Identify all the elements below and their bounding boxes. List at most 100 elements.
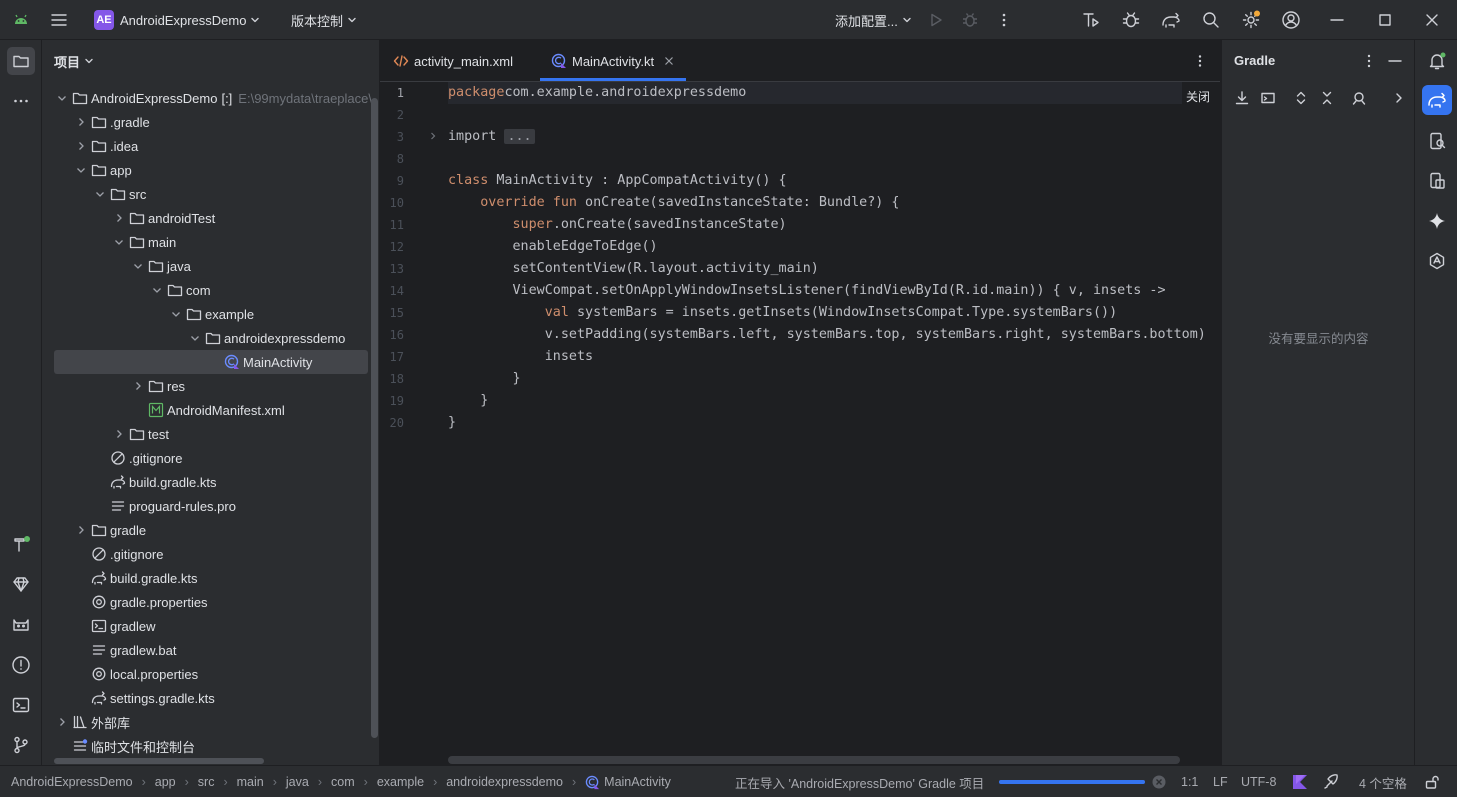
line-separator[interactable]: LF xyxy=(1213,766,1228,797)
indent-setting[interactable]: 4 个空格 xyxy=(1359,766,1407,797)
notifications-button[interactable] xyxy=(1422,46,1452,76)
tree-item[interactable]: AndroidManifest.xml xyxy=(42,398,379,422)
tree-item[interactable]: example xyxy=(42,302,379,326)
gradle-sync-button[interactable] xyxy=(1160,0,1182,40)
run-task-icon[interactable] xyxy=(1260,90,1276,106)
chevron-down-icon[interactable] xyxy=(94,188,106,200)
tree-item[interactable]: gradlew xyxy=(42,614,379,638)
code-line[interactable]: ViewCompat.setOnApplyWindowInsetsListene… xyxy=(448,280,1165,302)
code-line[interactable]: val systemBars = insets.getInsets(Window… xyxy=(448,302,1117,324)
tab-activity-main-xml[interactable]: activity_main.xml xyxy=(393,40,513,82)
maximize-button[interactable] xyxy=(1378,0,1392,40)
code-line[interactable]: insets xyxy=(448,346,593,368)
git-tool-button[interactable] xyxy=(7,731,35,759)
breadcrumb-item[interactable]: MainActivity xyxy=(604,775,671,789)
code-line[interactable]: import ... xyxy=(448,126,535,148)
cancel-task-button[interactable] xyxy=(1151,766,1167,797)
chevron-right-icon[interactable] xyxy=(113,428,125,440)
tree-item[interactable]: androidexpressdemo xyxy=(42,326,379,350)
code-line[interactable]: super.onCreate(savedInstanceState) xyxy=(448,214,787,236)
device-explorer-button[interactable] xyxy=(1422,126,1452,156)
chevron-down-icon[interactable] xyxy=(75,164,87,176)
close-hint-label[interactable]: 关闭 xyxy=(1186,88,1210,105)
minimize-button[interactable] xyxy=(1330,0,1344,40)
tab-mainactivity-kt[interactable]: MainActivity.kt xyxy=(551,40,674,82)
breadcrumb-item[interactable]: androidexpressdemo xyxy=(446,775,563,789)
code-area[interactable]: packagecom.example.androidexpressdemo imp… xyxy=(448,82,1206,765)
code-line[interactable]: enableEdgeToEdge() xyxy=(448,236,657,258)
tree-item[interactable]: java xyxy=(42,254,379,278)
chevron-right-icon[interactable] xyxy=(1391,90,1407,106)
tree-item[interactable]: proguard-rules.pro xyxy=(42,494,379,518)
lock-button[interactable] xyxy=(1424,766,1440,797)
more-actions-button[interactable] xyxy=(995,0,1013,40)
logcat-tool-button[interactable] xyxy=(7,611,35,639)
close-tab-icon[interactable] xyxy=(664,56,674,66)
settings-button[interactable] xyxy=(1241,0,1261,40)
tree-item[interactable]: build.gradle.kts xyxy=(42,566,379,590)
collapse-all-icon[interactable] xyxy=(1319,90,1335,106)
gemini-tool-button[interactable] xyxy=(7,571,35,599)
breadcrumb-item[interactable]: main xyxy=(237,775,264,789)
tree-item[interactable]: local.properties xyxy=(42,662,379,686)
editor-horizontal-scrollbar[interactable] xyxy=(448,756,1180,764)
analyze-icon[interactable] xyxy=(1351,90,1367,106)
fold-chevron-icon[interactable] xyxy=(428,131,438,141)
close-window-button[interactable] xyxy=(1425,0,1439,40)
tree-item[interactable]: .gradle xyxy=(42,110,379,134)
tree-item[interactable]: 临时文件和控制台 xyxy=(42,734,379,758)
debug-button[interactable] xyxy=(961,0,979,40)
chevron-right-icon[interactable] xyxy=(75,524,87,536)
chevron-down-icon[interactable] xyxy=(132,260,144,272)
expand-all-icon[interactable] xyxy=(1293,90,1309,106)
breadcrumb-item[interactable]: app xyxy=(155,775,176,789)
ai-status-button[interactable] xyxy=(1322,766,1340,797)
build-tool-button[interactable] xyxy=(7,531,35,559)
tree-item[interactable]: build.gradle.kts xyxy=(42,470,379,494)
project-tool-button[interactable] xyxy=(7,47,35,75)
tree-item[interactable]: .gitignore xyxy=(42,446,379,470)
tree-item[interactable]: gradlew.bat xyxy=(42,638,379,662)
chevron-right-icon[interactable] xyxy=(56,716,68,728)
folded-region[interactable]: ... xyxy=(504,129,535,144)
tree-item[interactable]: gradle.properties xyxy=(42,590,379,614)
file-encoding[interactable]: UTF-8 xyxy=(1241,766,1276,797)
project-switcher[interactable]: AE AndroidExpressDemo xyxy=(94,0,260,40)
more-vertical-icon[interactable] xyxy=(1362,53,1376,69)
breadcrumb-item[interactable]: java xyxy=(286,775,309,789)
problems-tool-button[interactable] xyxy=(7,651,35,679)
device-manager-button[interactable] xyxy=(1081,0,1101,40)
gradle-tool-button[interactable] xyxy=(1422,85,1452,115)
app-inspection-button[interactable] xyxy=(1121,0,1141,40)
running-devices-button[interactable] xyxy=(1422,166,1452,196)
more-tools-button[interactable] xyxy=(7,87,35,115)
tree-item[interactable]: settings.gradle.kts xyxy=(42,686,379,710)
tree-item[interactable]: AndroidExpressDemo [:] E:\99mydata\traepl… xyxy=(42,86,379,110)
kotlin-status-button[interactable] xyxy=(1291,766,1309,797)
run-button[interactable] xyxy=(927,0,945,40)
gemini-chat-button[interactable] xyxy=(1422,206,1452,236)
hide-panel-icon[interactable] xyxy=(1388,53,1402,69)
chevron-right-icon[interactable] xyxy=(132,380,144,392)
vcs-menu[interactable]: 版本控制 xyxy=(291,0,357,40)
breadcrumb-item[interactable]: src xyxy=(198,775,215,789)
chevron-right-icon[interactable] xyxy=(75,140,87,152)
code-line[interactable]: } xyxy=(448,368,520,390)
terminal-tool-button[interactable] xyxy=(7,691,35,719)
code-line[interactable]: } xyxy=(448,412,456,434)
breadcrumb-item[interactable]: AndroidExpressDemo xyxy=(11,775,133,789)
breadcrumb-item[interactable]: com xyxy=(331,775,355,789)
main-menu-button[interactable] xyxy=(50,0,68,40)
tree-item[interactable]: com xyxy=(42,278,379,302)
tree-item[interactable]: MainActivity xyxy=(42,350,379,374)
tree-item[interactable]: src xyxy=(42,182,379,206)
code-line[interactable]: setContentView(R.layout.activity_main) xyxy=(448,258,818,280)
tree-item[interactable]: .idea xyxy=(42,134,379,158)
tree-item[interactable]: .gitignore xyxy=(42,542,379,566)
cursor-position[interactable]: 1:1 xyxy=(1181,766,1198,797)
breadcrumb-item[interactable]: example xyxy=(377,775,424,789)
download-icon[interactable] xyxy=(1234,90,1250,106)
chevron-down-icon[interactable] xyxy=(189,332,201,344)
code-line[interactable]: class MainActivity : AppCompatActivity()… xyxy=(448,170,787,192)
tree-item[interactable]: androidTest xyxy=(42,206,379,230)
